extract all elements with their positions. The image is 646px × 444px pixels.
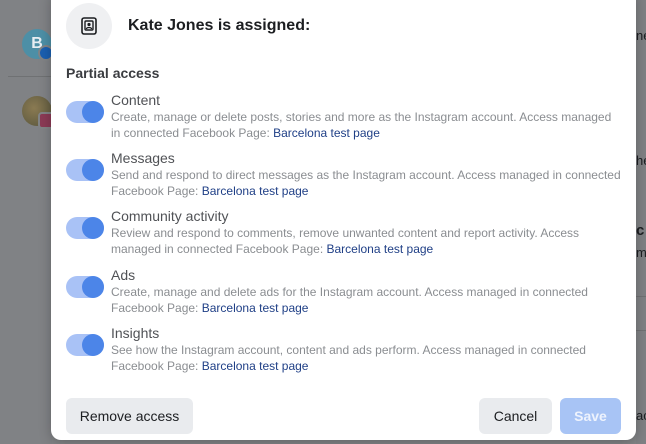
permission-insights: Insights See how the Instagram account, … [66,324,626,374]
permission-name: Ads [111,267,136,283]
permission-description: Create, manage or delete posts, stories … [111,109,623,141]
permission-description: Review and respond to comments, remove u… [111,225,623,257]
background-text-fragment: he [636,153,646,168]
background-divider [636,330,646,331]
permission-text: Messages Send and respond to direct mess… [111,149,623,199]
dialog-header: Kate Jones is assigned: [66,3,310,49]
permission-toggle-community-activity[interactable] [66,217,104,239]
toggle-knob [82,159,104,181]
save-button[interactable]: Save [560,398,621,434]
toggle-knob [82,334,104,356]
permission-ads: Ads Create, manage and delete ads for th… [66,266,626,316]
permission-name: Community activity [111,208,229,224]
page-link[interactable]: Barcelona test page [202,359,309,373]
permission-description: See how the Instagram account, content a… [111,342,623,374]
background-divider [636,296,646,297]
permission-text: Ads Create, manage and delete ads for th… [111,266,623,316]
toggle-knob [82,101,104,123]
dialog-title: Kate Jones is assigned: [128,17,311,34]
permission-community-activity: Community activity Review and respond to… [66,207,626,257]
page-link[interactable]: Barcelona test page [202,301,309,315]
remove-access-button[interactable]: Remove access [66,398,193,434]
permission-toggle-ads[interactable] [66,276,104,298]
assign-permissions-dialog: Kate Jones is assigned: Partial access C… [51,0,636,440]
permission-text: Content Create, manage or delete posts, … [111,91,623,141]
background-divider [8,76,52,77]
background-sidebar [0,0,52,444]
background-text-fragment: m [636,245,646,260]
toggle-knob [82,217,104,239]
permission-description-text: Send and respond to direct messages as t… [111,168,621,198]
permission-toggle-messages[interactable] [66,159,104,181]
permission-description-text: Create, manage and delete ads for the In… [111,285,588,315]
permission-text: Insights See how the Instagram account, … [111,324,623,374]
permission-text: Community activity Review and respond to… [111,207,623,257]
background-text-fragment: c [636,222,645,239]
background-text-fragment: ne [636,28,646,43]
cancel-button[interactable]: Cancel [479,398,552,434]
background-right-column: ne he c m ac [636,0,646,444]
permission-description-text: See how the Instagram account, content a… [111,343,586,373]
page-link[interactable]: Barcelona test page [326,242,433,256]
permission-toggle-insights[interactable] [66,334,104,356]
section-title: Partial access [66,65,160,81]
id-badge-icon [66,3,112,49]
permission-name: Content [111,92,161,108]
permission-description: Send and respond to direct messages as t… [111,167,623,199]
permission-toggle-content[interactable] [66,101,104,123]
page-link[interactable]: Barcelona test page [202,184,309,198]
permission-content: Content Create, manage or delete posts, … [66,91,626,141]
permission-description: Create, manage and delete ads for the In… [111,284,623,316]
instagram-account-avatar [22,96,55,129]
page-link[interactable]: Barcelona test page [273,126,380,140]
background-text-fragment: ac [636,408,646,423]
toggle-knob [82,276,104,298]
account-avatar: B [22,29,54,61]
permission-messages: Messages Send and respond to direct mess… [66,149,626,199]
permission-name: Insights [111,325,160,341]
permission-name: Messages [111,150,175,166]
